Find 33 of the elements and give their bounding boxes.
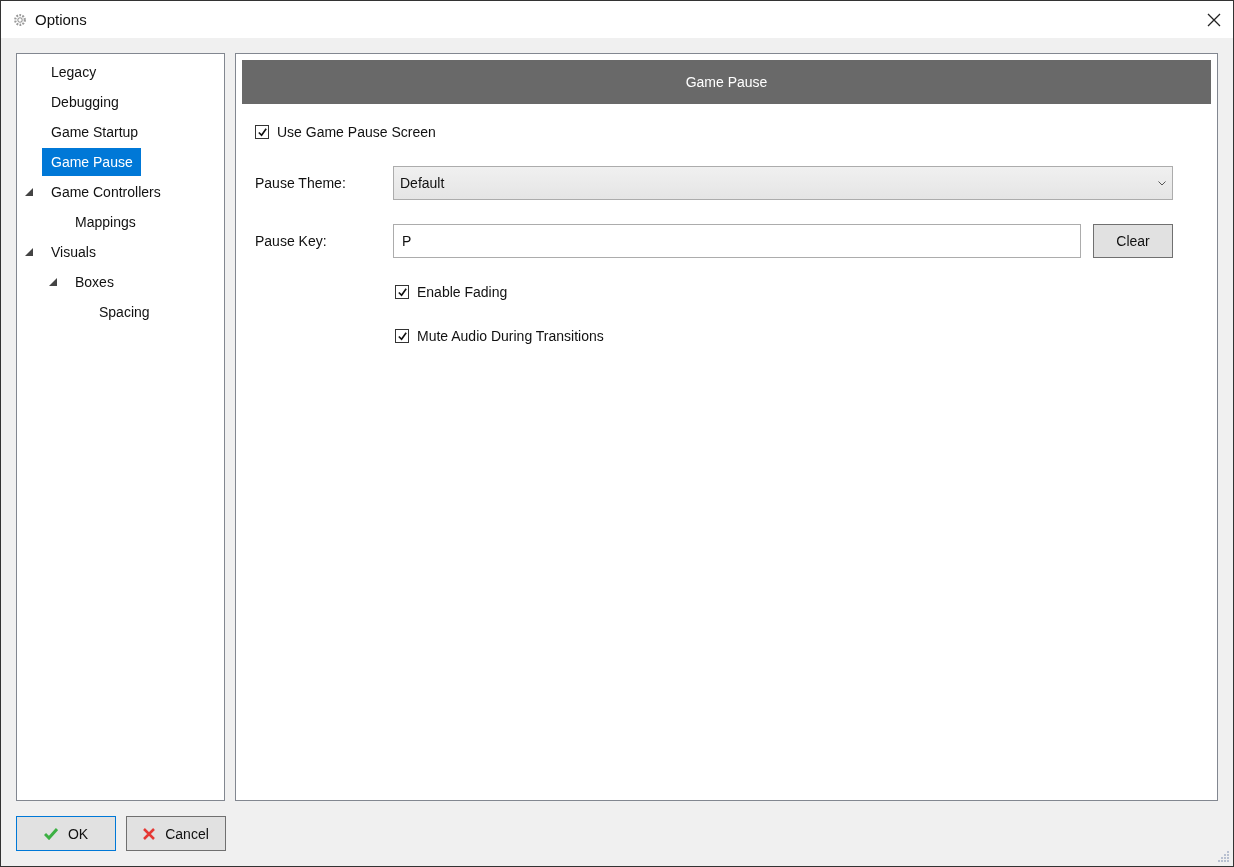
checkmark-icon xyxy=(43,827,58,840)
section-header: Game Pause xyxy=(242,60,1211,104)
close-icon[interactable] xyxy=(1207,12,1221,27)
checkbox[interactable] xyxy=(395,329,409,343)
clear-button[interactable]: Clear xyxy=(1093,224,1173,258)
chevron-icon xyxy=(1158,180,1166,186)
cancel-button[interactable]: Cancel xyxy=(126,816,226,851)
tree-item[interactable]: Boxes xyxy=(66,268,122,296)
field-label: Pause Theme: xyxy=(255,175,347,191)
tree-item[interactable]: Game Startup xyxy=(42,118,147,146)
theme-dropdown[interactable]: Default xyxy=(393,166,1173,200)
tree-item[interactable]: Game Pause xyxy=(42,148,141,176)
gear-icon xyxy=(13,12,27,27)
checkbox[interactable] xyxy=(255,125,269,139)
tree-item[interactable]: Visuals xyxy=(42,238,104,266)
window-title: Options xyxy=(35,11,87,28)
tree-item[interactable]: Mappings xyxy=(66,208,144,236)
tree-item[interactable]: Legacy xyxy=(42,58,105,86)
checkbox-label: Use Game Pause Screen xyxy=(277,124,436,140)
checkbox[interactable] xyxy=(395,285,409,299)
tree-item[interactable]: Game Controllers xyxy=(42,178,169,206)
resize-grip-icon[interactable] xyxy=(1218,851,1230,863)
tree-item[interactable]: Spacing xyxy=(90,298,158,326)
expander-icon[interactable] xyxy=(25,248,33,256)
key-input-field[interactable]: P xyxy=(393,224,1081,258)
expander-icon[interactable] xyxy=(49,278,57,286)
field-label: Pause Key: xyxy=(255,233,328,249)
ok-button[interactable]: OK xyxy=(16,816,116,851)
checkbox-label: Mute Audio During Transitions xyxy=(417,328,604,344)
expander-icon[interactable] xyxy=(25,188,33,196)
checkbox-label: Enable Fading xyxy=(417,284,508,300)
cross-icon xyxy=(143,827,156,840)
tree-item[interactable]: Debugging xyxy=(42,88,127,116)
